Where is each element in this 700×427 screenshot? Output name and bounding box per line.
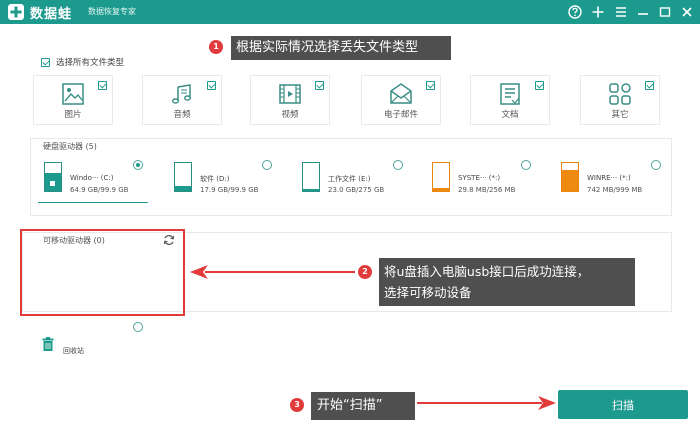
select-all-checkbox[interactable] [41, 57, 50, 67]
file-type-checkbox[interactable] [535, 81, 544, 90]
menu-icon [616, 7, 626, 17]
close-icon [682, 7, 692, 17]
title-bar: 数据蛙 数据恢复专家 [0, 0, 700, 24]
scan-button[interactable]: 扫描 [558, 390, 688, 419]
video-icon [279, 84, 301, 104]
arrow-head-left-icon [190, 265, 208, 279]
select-all-label: 选择所有文件类型 [56, 58, 125, 68]
document-icon [500, 83, 520, 105]
annotation-label-3: 开始“扫描” [311, 392, 415, 420]
file-type-label: 其它 [611, 110, 629, 120]
annotation-line-2: 选择可移动设备 [384, 285, 472, 300]
app-logo-icon [8, 4, 24, 20]
drive-usage-bar [302, 162, 320, 192]
maximize-button[interactable] [656, 3, 674, 21]
trash-icon[interactable] [42, 337, 54, 351]
help-icon [568, 5, 582, 19]
drive-name: Windo··· (C:) [70, 174, 114, 182]
recycle-bin-label[interactable]: 回收站 [63, 346, 84, 356]
music-icon [172, 84, 191, 104]
drive-name: WINRE··· (*:) [587, 174, 631, 182]
add-button[interactable] [589, 3, 607, 21]
annotation-number-1: 1 [209, 40, 223, 54]
drive-size: 64.9 GB/99.9 GB [70, 186, 129, 194]
plus-icon [592, 6, 604, 18]
file-type-image[interactable]: 图片 [33, 75, 113, 125]
drive-radio-d[interactable] [262, 160, 272, 170]
drive-radio-system[interactable] [521, 160, 531, 170]
file-type-checkbox[interactable] [426, 81, 435, 90]
file-type-document[interactable]: 文档 [470, 75, 550, 125]
file-type-label: 图片 [64, 110, 82, 120]
drive-size: 23.0 GB/275 GB [328, 186, 385, 194]
drive-name: 工作文件 (E:) [328, 175, 371, 183]
annotation-arrow-3 [417, 402, 542, 404]
annotation-number-3: 3 [290, 398, 304, 412]
file-type-checkbox[interactable] [207, 81, 216, 90]
file-type-other[interactable]: 其它 [580, 75, 660, 125]
drive-name: 软件 (D:) [200, 175, 230, 183]
drive-radio-e[interactable] [393, 160, 403, 170]
file-type-checkbox[interactable] [645, 81, 654, 90]
hard-drive-title: 硬盘驱动器 (5) [43, 142, 97, 151]
close-button[interactable] [678, 3, 696, 21]
arrow-head-right-icon [538, 396, 556, 410]
app-subtitle: 数据恢复专家 [88, 7, 136, 16]
maximize-icon [659, 7, 671, 17]
drive-radio-winre[interactable] [651, 160, 661, 170]
annotation-label-2: 将u盘插入电脑usb接口后成功连接， 选择可移动设备 [379, 258, 635, 306]
drive-size: 29.8 MB/256 MB [458, 186, 516, 194]
annotation-line-1: 将u盘插入电脑usb接口后成功连接， [384, 264, 590, 279]
removable-highlight-box [20, 229, 185, 316]
removable-radio[interactable] [133, 322, 143, 332]
other-icon [609, 83, 631, 105]
drive-usage-bar [561, 162, 579, 192]
drive-name: SYSTE··· (*:) [458, 174, 501, 182]
drive-size: 17.9 GB/99.9 GB [200, 186, 259, 194]
file-type-email[interactable]: 电子邮件 [361, 75, 441, 125]
menu-button[interactable] [612, 3, 630, 21]
annotation-label-1: 根据实际情况选择丢失文件类型 [231, 36, 451, 60]
image-icon [62, 83, 84, 105]
drive-usage-bar [432, 162, 450, 192]
file-type-label: 音频 [173, 110, 191, 120]
select-all-file-types[interactable]: 选择所有文件类型 [41, 56, 124, 68]
selected-drive-underline [38, 202, 148, 203]
drive-radio-c[interactable] [133, 160, 143, 170]
file-type-checkbox[interactable] [98, 81, 107, 90]
file-type-label: 电子邮件 [383, 110, 418, 120]
file-type-video[interactable]: 视频 [250, 75, 330, 125]
file-type-label: 文档 [501, 110, 519, 120]
minimize-button[interactable] [634, 3, 652, 21]
file-type-audio[interactable]: 音频 [142, 75, 222, 125]
file-type-label: 视频 [281, 110, 299, 120]
annotation-number-2: 2 [358, 265, 372, 279]
app-name: 数据蛙 [30, 7, 73, 22]
file-type-checkbox[interactable] [315, 81, 324, 90]
help-button[interactable] [566, 3, 584, 21]
drive-usage-bar [44, 162, 62, 192]
minimize-icon [638, 13, 648, 15]
drive-size: 742 MB/999 MB [587, 186, 643, 194]
drive-usage-bar [174, 162, 192, 192]
annotation-arrow-2 [205, 271, 355, 273]
mail-icon [390, 83, 412, 104]
